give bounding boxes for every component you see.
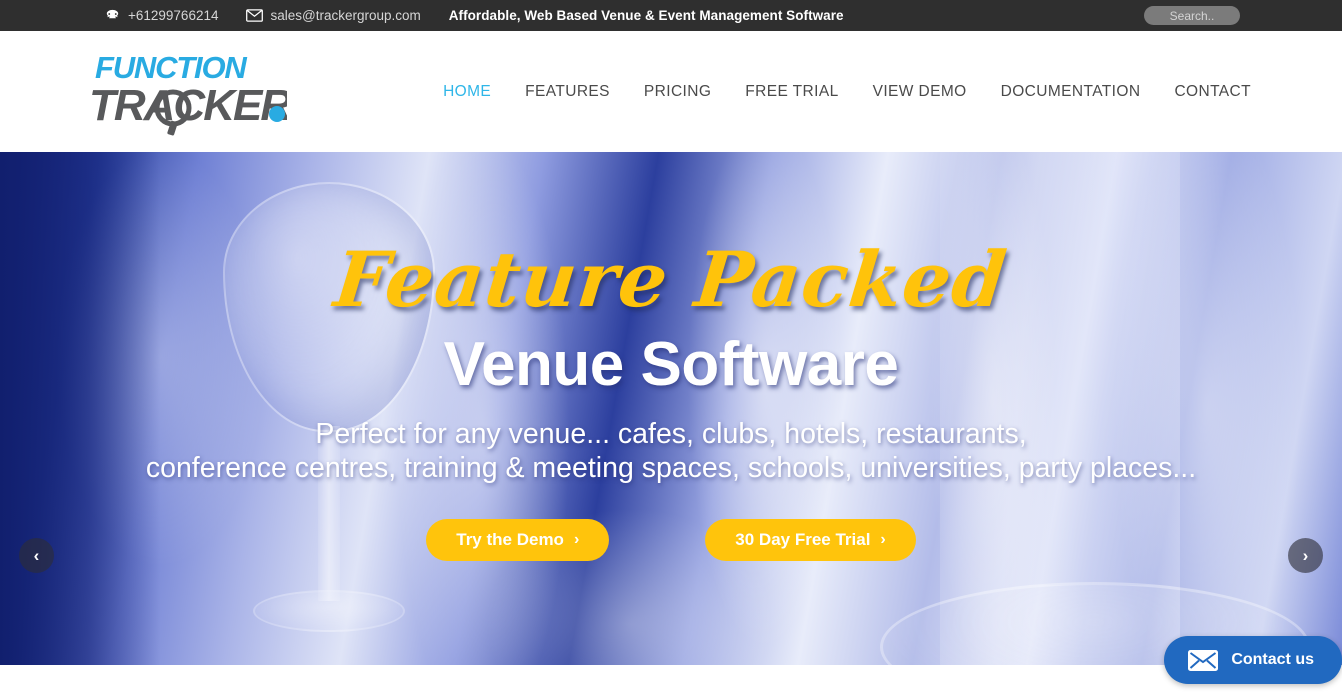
chevron-right-icon: › (880, 531, 886, 549)
hero-carousel: Feature Packed Venue Software Perfect fo… (0, 152, 1342, 665)
email-contact[interactable]: sales@trackergroup.com (246, 7, 421, 24)
hero-title: Venue Software (443, 330, 899, 399)
free-trial-button[interactable]: 30 Day Free Trial › (705, 519, 916, 562)
top-utility-bar-inner: +61299766214 sales@trackergroup.com Affo… (96, 0, 1246, 31)
hero-subtitle-line-2: conference centres, training & meeting s… (145, 451, 1197, 484)
nav-item-contact[interactable]: CONTACT (1174, 83, 1251, 101)
page-bottom-spacer (0, 665, 1342, 692)
svg-text:FUNCTION: FUNCTION (95, 50, 247, 85)
hero-subtitle-line-1: Perfect for any venue... cafes, clubs, h… (315, 418, 1027, 450)
carousel-prev-button[interactable]: ‹ (19, 538, 54, 573)
chevron-right-icon: › (1302, 545, 1309, 565)
site-header-inner: FUNCTION TRACKER HOME FEATURES PRICING F… (81, 31, 1261, 152)
nav-item-pricing[interactable]: PRICING (644, 83, 711, 101)
hero-subtitle: Perfect for any venue... cafes, clubs, h… (146, 418, 1196, 485)
hero-content: Feature Packed Venue Software Perfect fo… (0, 152, 1342, 665)
contact-us-label: Contact us (1231, 651, 1314, 668)
nav-item-view-demo[interactable]: VIEW DEMO (873, 83, 967, 101)
nav-item-free-trial[interactable]: FREE TRIAL (745, 83, 838, 101)
try-the-demo-button[interactable]: Try the Demo › (426, 519, 610, 562)
hero-script-heading: Feature Packed (330, 235, 1012, 324)
nav-item-features[interactable]: FEATURES (525, 83, 610, 101)
main-navigation: HOME FEATURES PRICING FREE TRIAL VIEW DE… (443, 83, 1255, 101)
contact-us-widget[interactable]: Contact us (1164, 636, 1342, 684)
nav-item-documentation[interactable]: DOCUMENTATION (1001, 83, 1141, 101)
try-the-demo-label: Try the Demo (456, 530, 564, 550)
chevron-right-icon: › (573, 531, 580, 549)
top-utility-bar: +61299766214 sales@trackergroup.com Affo… (0, 0, 1342, 35)
search-input[interactable] (1144, 6, 1240, 25)
site-tagline: Affordable, Web Based Venue & Event Mana… (448, 8, 844, 23)
envelope-icon (1188, 649, 1219, 671)
envelope-icon (246, 7, 264, 24)
telephone-icon (104, 7, 121, 24)
free-trial-label: 30 Day Free Trial (735, 530, 871, 550)
nav-item-home[interactable]: HOME (443, 83, 491, 101)
hero-cta-group: Try the Demo › 30 Day Free Trial › (426, 519, 916, 562)
email-address: sales@trackergroup.com (270, 8, 421, 23)
chevron-left-icon: ‹ (33, 545, 40, 565)
site-logo[interactable]: FUNCTION TRACKER (87, 46, 287, 138)
phone-contact[interactable]: +61299766214 (104, 7, 218, 24)
carousel-next-button[interactable]: › (1288, 538, 1323, 573)
phone-number: +61299766214 (128, 8, 219, 23)
site-header: FUNCTION TRACKER HOME FEATURES PRICING F… (0, 31, 1342, 152)
